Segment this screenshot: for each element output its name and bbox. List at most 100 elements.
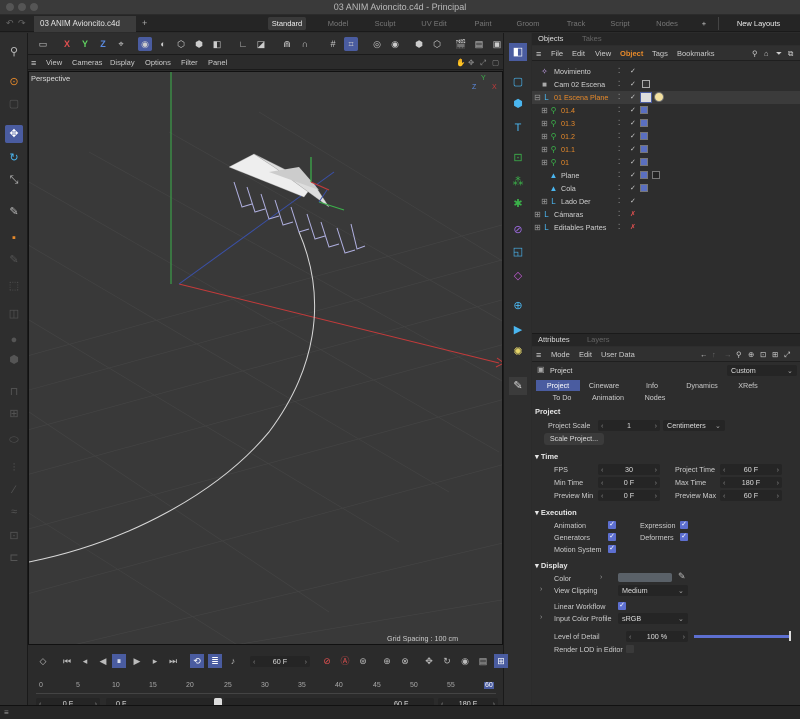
- timeline-ruler[interactable]: 0 5 10 15 20 25 30 35 40 45 50 55 60: [36, 680, 496, 694]
- bridge-icon[interactable]: ⊓: [5, 383, 23, 401]
- generator-icon[interactable]: ⊡: [509, 149, 527, 167]
- polygons-mode-icon[interactable]: ⬡: [174, 37, 188, 51]
- orbit-icon[interactable]: ✥: [468, 58, 474, 67]
- expand-icon[interactable]: ⊞: [540, 106, 549, 115]
- menu-view[interactable]: View: [46, 58, 62, 67]
- weld-icon[interactable]: ⊞: [5, 405, 23, 423]
- enabled-check[interactable]: ✓: [630, 143, 636, 156]
- pause-button[interactable]: ⏸: [112, 654, 126, 668]
- enabled-check[interactable]: ✓: [630, 104, 636, 117]
- paint-icon[interactable]: ▪: [5, 229, 23, 247]
- snap-icon[interactable]: ⋒: [280, 37, 294, 51]
- object-row-cola[interactable]: ▲ Cola ⁚ ✓: [532, 182, 800, 195]
- smooth-icon[interactable]: ≈: [5, 503, 23, 521]
- extrude-icon[interactable]: ◫: [5, 305, 23, 323]
- level-of-detail-slider[interactable]: [694, 635, 790, 638]
- spline-icon[interactable]: ◇: [509, 267, 527, 285]
- edges-mode-icon[interactable]: ◐: [156, 37, 170, 51]
- go-to-start-icon[interactable]: ⏮: [60, 654, 74, 668]
- points-mode-icon[interactable]: ◉: [138, 37, 152, 51]
- grid-icon[interactable]: #: [326, 37, 340, 51]
- cloner-icon[interactable]: ⁂: [509, 173, 527, 191]
- lock-icon[interactable]: ⊕: [748, 350, 754, 359]
- subtab-to-do[interactable]: To Do: [542, 392, 582, 403]
- minimize-window-button[interactable]: [18, 3, 26, 11]
- autokey-icon[interactable]: Ⓐ: [338, 654, 352, 668]
- go-to-end-icon[interactable]: ⏭: [166, 654, 180, 668]
- disabled-x[interactable]: ✗: [630, 221, 636, 234]
- object-mode-icon[interactable]: ⬢: [192, 37, 206, 51]
- menu-filter[interactable]: Filter: [181, 58, 198, 67]
- next-frame-icon[interactable]: ▶: [130, 654, 144, 668]
- home-icon[interactable]: ⌂: [764, 49, 769, 58]
- tab-layers[interactable]: Layers: [587, 335, 610, 344]
- x-axis-lock[interactable]: X: [60, 37, 74, 51]
- new-panel-icon[interactable]: ⊡: [760, 350, 766, 359]
- target-tag-icon[interactable]: [642, 80, 650, 88]
- enabled-check[interactable]: ✓: [630, 182, 636, 195]
- menu-view-objects[interactable]: View: [595, 49, 611, 58]
- menu-edit-attr[interactable]: Edit: [579, 350, 592, 359]
- object-row-01-2[interactable]: ⊞ ⚲ 01.2 ⁚ ✓: [532, 130, 800, 143]
- next-key-icon[interactable]: ▸: [148, 654, 162, 668]
- deformers-checkbox[interactable]: ✓: [680, 533, 688, 541]
- project-scale-field[interactable]: ‹ 1 ›: [598, 420, 660, 431]
- object-row-01-4[interactable]: ⊞ ⚲ 01.4 ⁚ ✓: [532, 104, 800, 117]
- visibility-dots[interactable]: ⁚: [618, 65, 620, 78]
- layers-icon[interactable]: ⧉: [788, 49, 793, 59]
- texture-mode-icon[interactable]: ◧: [210, 37, 224, 51]
- up-arrow-icon[interactable]: ↑: [712, 350, 716, 359]
- enabled-check[interactable]: ✓: [630, 117, 636, 130]
- z-axis-lock[interactable]: Z: [96, 37, 110, 51]
- scale-project-button[interactable]: Scale Project...: [544, 433, 604, 445]
- visibility-dots[interactable]: ⁚: [618, 91, 620, 104]
- visibility-dots[interactable]: ⁚: [618, 143, 620, 156]
- object-row-editables-partes[interactable]: ⊞ L Editables Partes ⁚ ✗: [532, 221, 800, 234]
- eyedropper-icon[interactable]: ✎: [678, 571, 686, 582]
- menu-edit[interactable]: Edit: [572, 49, 585, 58]
- material-tag-icon[interactable]: [652, 171, 660, 179]
- viewport-menu-icon[interactable]: ≡: [31, 58, 36, 68]
- menu-cameras[interactable]: Cameras: [72, 58, 102, 67]
- phong-tag-icon[interactable]: [640, 171, 648, 179]
- enabled-check[interactable]: ✓: [630, 156, 636, 169]
- environment-icon[interactable]: ⊕: [509, 297, 527, 315]
- zoom-window-button[interactable]: [30, 3, 38, 11]
- add-document-button[interactable]: +: [142, 18, 147, 28]
- level-of-detail-field[interactable]: ‹ 100 % ›: [626, 631, 688, 642]
- visibility-dots[interactable]: ⁚: [618, 117, 620, 130]
- menu-file[interactable]: File: [551, 49, 563, 58]
- object-row-01-3[interactable]: ⊞ ⚲ 01.3 ⁚ ✓: [532, 117, 800, 130]
- render-settings-icon[interactable]: ⬢: [412, 37, 426, 51]
- tab-standard[interactable]: Standard: [268, 17, 306, 30]
- phong-tag-icon[interactable]: [640, 132, 648, 140]
- tab-model[interactable]: Model: [320, 17, 356, 30]
- workplane-icon[interactable]: ⌗: [344, 37, 358, 51]
- enabled-check[interactable]: ✓: [630, 65, 636, 78]
- visibility-dots[interactable]: ⁚: [618, 169, 620, 182]
- maximize-icon[interactable]: ▢: [492, 58, 499, 67]
- phong-tag-icon[interactable]: [640, 145, 648, 153]
- coordinate-system-icon[interactable]: ⌖: [114, 37, 128, 51]
- material-icon[interactable]: ●: [5, 331, 23, 349]
- scale-tool-icon[interactable]: ⤡: [5, 171, 23, 189]
- project-time-field[interactable]: ‹ 60 F ›: [720, 464, 782, 475]
- previous-frame-icon[interactable]: ◀: [96, 654, 110, 668]
- mirror-icon[interactable]: ⫶: [5, 459, 23, 477]
- preview-min-field[interactable]: ‹ 0 F ›: [598, 490, 660, 501]
- expand-icon[interactable]: ⊞: [540, 145, 549, 154]
- preview-max-field[interactable]: ‹ 60 F ›: [720, 490, 782, 501]
- expand-icon[interactable]: ⊞: [533, 223, 542, 232]
- document-tab[interactable]: 03 ANIM Avioncito.c4d: [34, 16, 136, 32]
- object-row-01[interactable]: ⊞ ⚲ 01 ⁚ ✓: [532, 156, 800, 169]
- expand-icon[interactable]: ⊞: [540, 132, 549, 141]
- render-to-po-icon[interactable]: ▣: [490, 37, 504, 51]
- phong-tag-icon[interactable]: [640, 158, 648, 166]
- preset-dropdown[interactable]: Custom ⌄: [727, 365, 797, 376]
- menu-display[interactable]: Display: [110, 58, 135, 67]
- subtab-dynamics[interactable]: Dynamics: [676, 380, 728, 391]
- menu-options[interactable]: Options: [145, 58, 171, 67]
- menu-object[interactable]: Object: [620, 49, 643, 58]
- measure-icon[interactable]: ⊏: [5, 549, 23, 567]
- align-icon[interactable]: ⊡: [5, 527, 23, 545]
